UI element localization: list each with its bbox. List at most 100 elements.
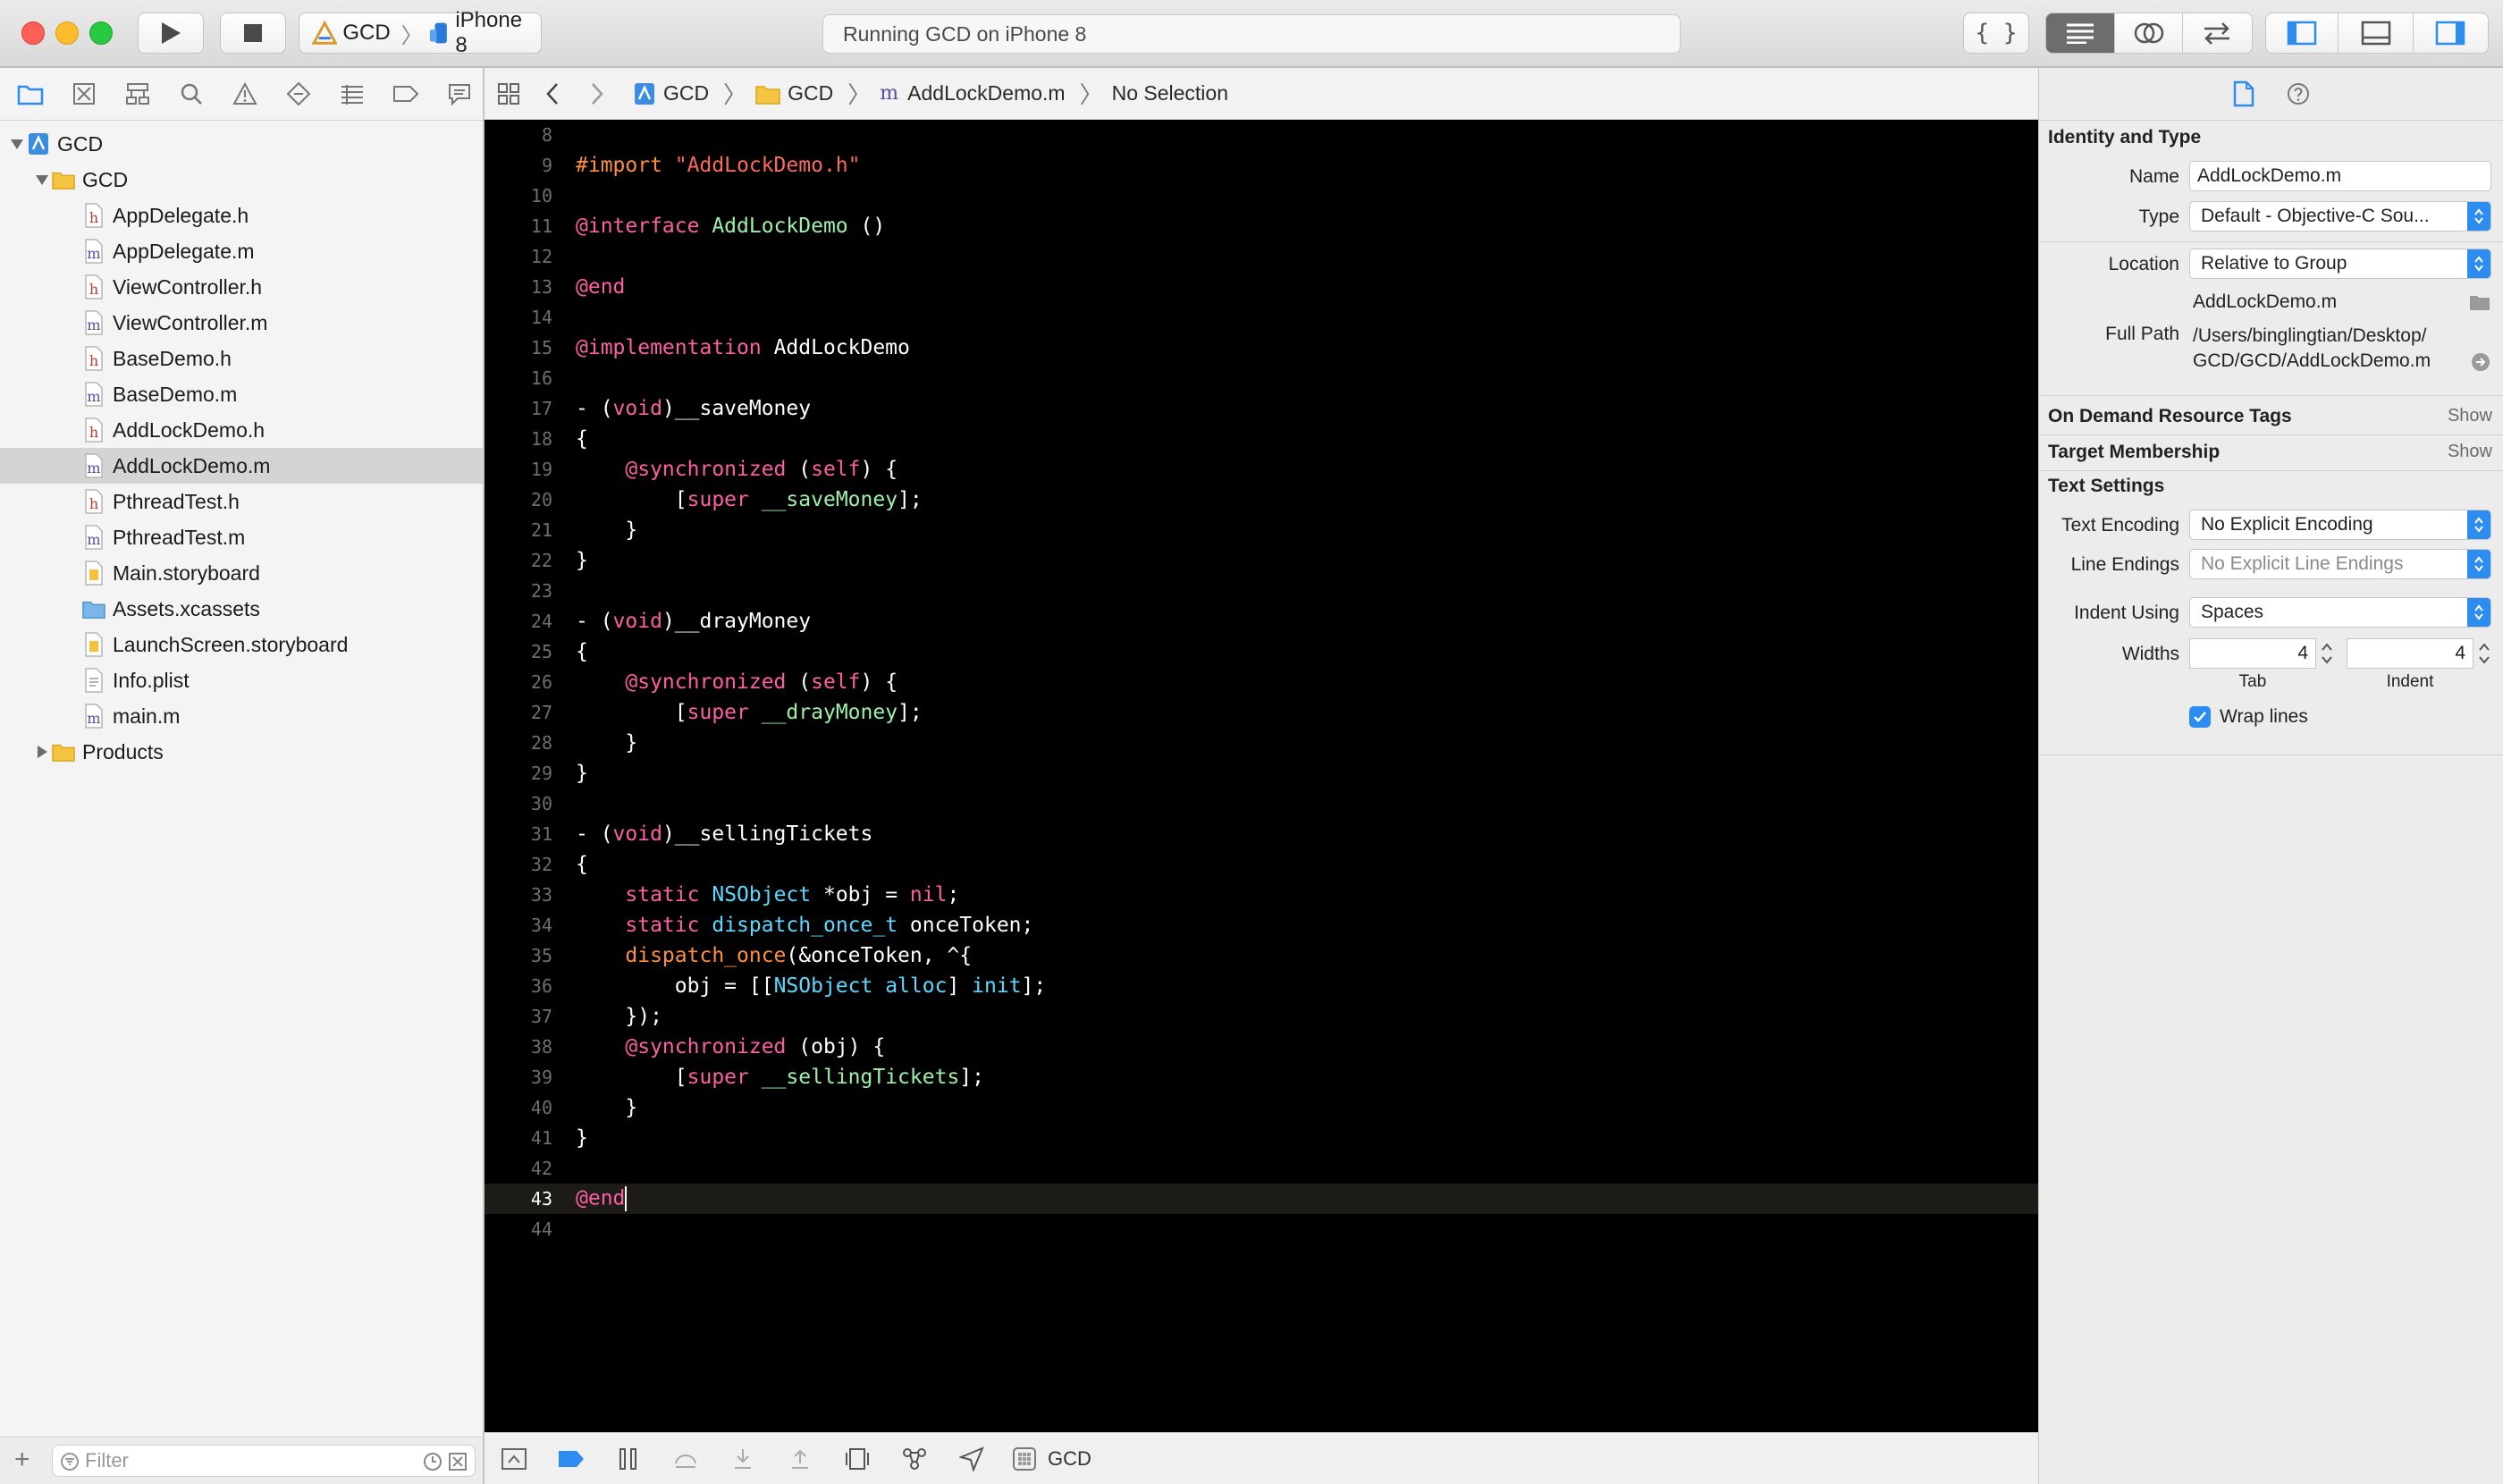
tab-width-field[interactable]: 4 <box>2189 638 2316 669</box>
add-file-icon[interactable]: + <box>14 1445 30 1475</box>
code-line[interactable]: 21 } <box>485 515 2038 545</box>
toggle-debug-area-button[interactable] <box>2339 13 2414 53</box>
code-line[interactable]: 27 [super __drayMoney]; <box>485 697 2038 728</box>
filter-input[interactable]: Filter <box>52 1445 476 1477</box>
code-line[interactable]: 11 @interface AddLockDemo () <box>485 211 2038 241</box>
pause-button[interactable] <box>611 1442 645 1476</box>
code-line[interactable]: 23 <box>485 576 2038 606</box>
file-row[interactable]: m AppDelegate.m <box>0 233 483 269</box>
target-membership-show-button[interactable]: Show <box>2448 442 2492 462</box>
code-line[interactable]: 41} <box>485 1123 2038 1153</box>
file-row[interactable]: m ViewController.m <box>0 305 483 341</box>
hide-debug-area-button[interactable] <box>497 1442 531 1476</box>
odr-show-button[interactable]: Show <box>2448 406 2492 426</box>
file-row[interactable]: h AppDelegate.h <box>0 198 483 233</box>
debug-navigator-tab[interactable] <box>333 74 372 114</box>
step-out-button[interactable] <box>783 1442 817 1476</box>
code-line[interactable]: 26 @synchronized (self) { <box>485 667 2038 697</box>
library-button[interactable]: { } <box>1963 13 2029 54</box>
project-navigator-tab[interactable] <box>11 74 50 114</box>
disclosure-open-icon[interactable] <box>7 138 27 150</box>
code-line[interactable]: 32 { <box>485 849 2038 880</box>
code-line[interactable]: 19 @synchronized (self) { <box>485 454 2038 485</box>
version-editor-button[interactable] <box>2183 13 2252 53</box>
group-row[interactable]: GCD <box>0 162 483 198</box>
code-line[interactable]: 29} <box>485 758 2038 788</box>
recent-clock-icon[interactable] <box>423 1452 442 1471</box>
code-line[interactable]: 9 #import "AddLockDemo.h" <box>485 150 2038 181</box>
code-line[interactable]: 24 - (void)__drayMoney <box>485 606 2038 637</box>
text-encoding-popup[interactable]: No Explicit Encoding <box>2189 510 2491 540</box>
indent-width-stepper-icon[interactable] <box>2477 640 2491 667</box>
code-line[interactable]: 30 <box>485 788 2038 819</box>
code-line[interactable]: 10 <box>485 181 2038 211</box>
scm-filter-icon[interactable] <box>448 1452 468 1471</box>
minimize-window-button[interactable] <box>55 21 79 45</box>
code-line[interactable]: 34 static dispatch_once_t onceToken; <box>485 910 2038 940</box>
file-row[interactable]: Info.plist <box>0 662 483 698</box>
products-row[interactable]: Products <box>0 734 483 770</box>
file-row[interactable]: m BaseDemo.m <box>0 376 483 412</box>
file-row[interactable]: m PthreadTest.m <box>0 519 483 555</box>
code-line[interactable]: 39 [super __sellingTickets]; <box>485 1062 2038 1092</box>
assistant-editor-button[interactable] <box>2115 13 2183 53</box>
code-line[interactable]: 31 - (void)__sellingTickets <box>485 819 2038 849</box>
toggle-navigator-button[interactable] <box>2266 13 2339 53</box>
code-line[interactable]: 35 dispatch_once(&onceToken, ^{ <box>485 940 2038 971</box>
toggle-inspector-button[interactable] <box>2414 13 2488 53</box>
file-inspector-tab[interactable] <box>2233 80 2254 107</box>
code-line[interactable]: 36 obj = [[NSObject alloc] init]; <box>485 971 2038 1001</box>
simulate-location-button[interactable] <box>955 1442 989 1476</box>
file-row[interactable]: Assets.xcassets <box>0 591 483 627</box>
code-line[interactable]: 37 }); <box>485 1001 2038 1032</box>
code-line[interactable]: 13 @end <box>485 272 2038 302</box>
file-row[interactable]: h ViewController.h <box>0 269 483 305</box>
source-editor[interactable]: 8 9 #import "AddLockDemo.h" 10 11 @interface … <box>485 120 2038 1432</box>
location-popup[interactable]: Relative to Group <box>2189 249 2491 279</box>
go-back-button[interactable] <box>545 82 560 105</box>
code-line[interactable]: 18 { <box>485 424 2038 454</box>
breakpoint-navigator-tab[interactable] <box>386 74 426 114</box>
code-line[interactable]: 44 <box>485 1214 2038 1244</box>
issue-navigator-tab[interactable] <box>225 74 265 114</box>
file-row[interactable]: LaunchScreen.storyboard <box>0 627 483 662</box>
debug-view-hierarchy-button[interactable] <box>840 1442 874 1476</box>
symbol-navigator-tab[interactable] <box>118 74 157 114</box>
crumb-file[interactable]: m AddLockDemo.m <box>880 81 1065 105</box>
code-line[interactable]: 15 @implementation AddLockDemo <box>485 333 2038 363</box>
debug-memory-graph-button[interactable] <box>898 1442 931 1476</box>
disclosure-open-icon[interactable] <box>32 173 52 186</box>
quick-help-tab[interactable] <box>2287 82 2310 105</box>
code-line[interactable]: 8 <box>485 120 2038 150</box>
code-line[interactable]: 17 - (void)__saveMoney <box>485 393 2038 424</box>
file-row[interactable]: m AddLockDemo.m <box>0 448 483 484</box>
reveal-folder-icon[interactable] <box>2469 293 2490 311</box>
source-control-tab[interactable] <box>64 74 104 114</box>
name-field[interactable]: AddLockDemo.m <box>2189 161 2491 191</box>
breakpoints-toggle-button[interactable] <box>554 1442 588 1476</box>
indent-using-popup[interactable]: Spaces <box>2189 597 2491 628</box>
code-line[interactable]: 42 <box>485 1153 2038 1184</box>
reveal-in-finder-icon[interactable] <box>2471 352 2490 372</box>
code-line[interactable]: 16 <box>485 363 2038 393</box>
stop-button[interactable] <box>220 13 286 54</box>
close-window-button[interactable] <box>21 21 45 45</box>
wrap-lines-checkbox[interactable] <box>2189 706 2211 728</box>
zoom-window-button[interactable] <box>89 21 113 45</box>
code-line[interactable]: 43 @end <box>485 1184 2038 1214</box>
code-line[interactable]: 40 } <box>485 1092 2038 1123</box>
code-line[interactable]: 12 <box>485 241 2038 272</box>
wrap-lines-option[interactable]: Wrap lines <box>2039 703 2503 733</box>
code-line[interactable]: 14 <box>485 302 2038 333</box>
file-row[interactable]: Main.storyboard <box>0 555 483 591</box>
related-items-button[interactable] <box>497 82 520 105</box>
crumb-project[interactable]: GCD <box>633 81 709 106</box>
find-navigator-tab[interactable] <box>172 74 211 114</box>
disclosure-closed-icon[interactable] <box>32 745 52 759</box>
step-over-button[interactable] <box>669 1442 703 1476</box>
file-row[interactable]: h BaseDemo.h <box>0 341 483 376</box>
code-line[interactable]: 22} <box>485 545 2038 576</box>
step-into-button[interactable] <box>726 1442 760 1476</box>
code-line[interactable]: 33 static NSObject *obj = nil; <box>485 880 2038 910</box>
code-line[interactable]: 28 } <box>485 728 2038 758</box>
